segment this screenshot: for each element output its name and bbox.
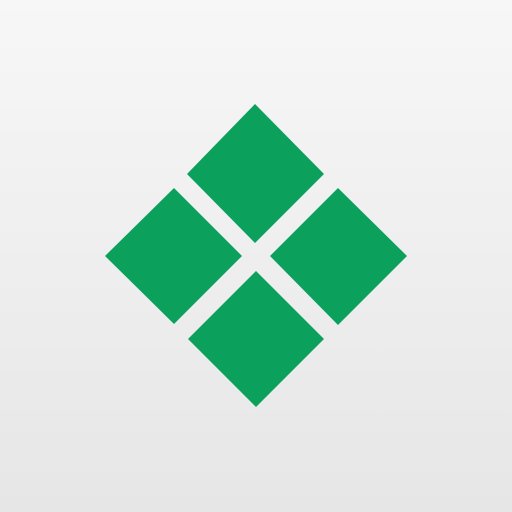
- app-icon-canvas: [0, 0, 512, 512]
- four-diamond-tiles-logo-icon: [105, 104, 407, 407]
- tile-bottom: [188, 271, 324, 407]
- tile-right: [270, 188, 407, 325]
